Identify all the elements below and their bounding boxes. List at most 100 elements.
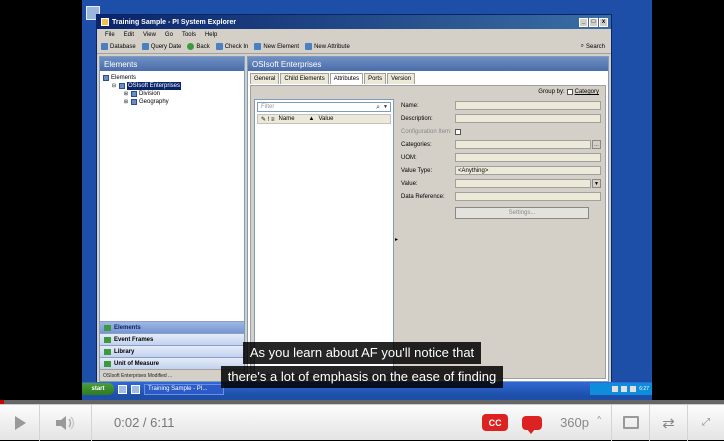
menu-file[interactable]: File xyxy=(105,32,115,38)
menu-tools[interactable]: Tools xyxy=(182,32,196,38)
new-element-label: New Element xyxy=(263,43,300,50)
attributes-tab-body: Group by: Category Filter ⌕ ▼ ✎ ! ≡ Name xyxy=(250,85,606,379)
filter-input[interactable]: Filter ⌕ ▼ xyxy=(257,102,391,112)
prop-label: Name: xyxy=(401,102,419,109)
play-button[interactable] xyxy=(0,404,40,441)
prop-label: Data Reference: xyxy=(401,193,445,200)
nav-elements[interactable]: Elements xyxy=(100,321,244,333)
quality-button[interactable]: 360p ^ xyxy=(560,404,612,441)
search-icon[interactable]: ⌕ xyxy=(376,104,380,112)
filter-placeholder: Filter xyxy=(261,104,275,110)
value-field[interactable] xyxy=(455,179,591,188)
caption-line-2: there's a lot of emphasis on the ease of… xyxy=(0,366,724,388)
tree-label: Division xyxy=(139,91,161,97)
minimize-button[interactable]: _ xyxy=(579,17,588,27)
check-in-icon xyxy=(215,43,223,50)
tree-node-osisoft[interactable]: ⊟ OSIsoft Enterprises xyxy=(103,82,241,90)
search-button[interactable]: ⌕ Search xyxy=(581,43,605,50)
uom-field[interactable] xyxy=(455,153,601,162)
toolbar: Database Query Date Back Check In New El… xyxy=(97,40,611,54)
column-header: ✎ ! ≡ Name ▲ Value xyxy=(257,114,391,124)
menu-view[interactable]: View xyxy=(143,32,156,38)
column-name[interactable]: Name xyxy=(279,116,295,122)
captions-button[interactable]: CC xyxy=(482,414,509,431)
new-attribute-button[interactable]: New Attribute xyxy=(305,43,350,50)
window-titlebar[interactable]: Training Sample - PI System Explorer _ □… xyxy=(97,15,611,29)
settings-button[interactable]: Settings... xyxy=(455,207,589,219)
prop-label: Value: xyxy=(401,180,418,187)
details-header: OSIsoft Enterprises xyxy=(248,57,608,71)
app-window: Training Sample - PI System Explorer _ □… xyxy=(96,14,612,386)
group-by-option[interactable]: Category xyxy=(575,89,599,95)
window-title: Training Sample - PI System Explorer xyxy=(112,18,237,26)
attribute-properties: Name: Description: Configuration Item: C… xyxy=(401,99,601,375)
column-value[interactable]: Value xyxy=(319,116,334,122)
tree-label: Elements xyxy=(111,75,137,81)
new-element-icon xyxy=(254,43,262,50)
prop-label: Categories: xyxy=(401,141,432,148)
back-button[interactable]: Back xyxy=(187,43,210,50)
menu-help[interactable]: Help xyxy=(205,32,217,38)
prop-label: Value Type: xyxy=(401,167,433,174)
prop-label: Configuration Item: xyxy=(401,128,452,135)
new-element-button[interactable]: New Element xyxy=(254,43,299,50)
sort-icon: ▲ xyxy=(308,116,315,122)
maximize-button[interactable]: □ xyxy=(589,17,598,27)
back-arrow-icon xyxy=(187,43,195,50)
tree-node-elements[interactable]: Elements xyxy=(103,74,241,82)
check-in-label: Check In xyxy=(224,43,249,50)
elements-header: Elements xyxy=(100,57,244,71)
description-field[interactable] xyxy=(455,114,601,123)
group-by-checkbox[interactable] xyxy=(566,89,573,95)
menu-edit[interactable]: Edit xyxy=(124,32,134,38)
nav-label: Elements xyxy=(114,324,141,331)
value-type-field[interactable]: <Anything> xyxy=(455,166,601,175)
element-icon xyxy=(131,91,137,97)
tab-child-elements[interactable]: Child Elements xyxy=(280,73,329,84)
splitter-arrow-icon[interactable]: ▸ xyxy=(395,236,398,243)
caption-text: As you learn about AF you'll notice that xyxy=(242,342,482,364)
database-button[interactable]: Database xyxy=(101,43,136,50)
tree-node-division[interactable]: ⊞ Division xyxy=(103,90,241,98)
back-label: Back xyxy=(196,43,210,50)
tab-version[interactable]: Version xyxy=(387,73,416,84)
tab-general[interactable]: General xyxy=(250,73,280,84)
prop-categories: Categories: … xyxy=(401,138,601,151)
name-field[interactable] xyxy=(455,101,601,110)
chevron-down-icon[interactable]: ▼ xyxy=(383,104,388,110)
tab-attributes[interactable]: Attributes xyxy=(329,73,364,84)
resize-icon xyxy=(622,416,639,429)
value-dropdown-button[interactable]: ▼ xyxy=(592,179,601,188)
search-icon: ⌕ xyxy=(580,43,584,49)
element-icon xyxy=(119,83,125,89)
new-attribute-label: New Attribute xyxy=(314,43,350,50)
config-item-checkbox[interactable] xyxy=(455,128,461,135)
data-reference-field[interactable] xyxy=(455,192,601,201)
search-label: Search xyxy=(585,43,605,50)
element-icon xyxy=(131,99,137,105)
volume-icon xyxy=(55,415,74,430)
annotations-icon[interactable] xyxy=(522,415,543,434)
browse-categories-button[interactable]: … xyxy=(592,140,601,149)
volume-button[interactable] xyxy=(40,404,92,441)
attribute-list: Filter ⌕ ▼ ✎ ! ≡ Name ▲ Value xyxy=(254,99,394,375)
video-area[interactable]: Training Sample - PI System Explorer _ □… xyxy=(0,0,724,400)
close-button[interactable]: x xyxy=(599,17,608,27)
prop-uom: UOM: xyxy=(401,151,601,164)
prop-name: Name: xyxy=(401,99,601,112)
expand-icon[interactable]: ⊞ xyxy=(123,98,129,106)
fullscreen-button[interactable]: ⤢ xyxy=(688,405,724,441)
collapse-icon[interactable]: ⊟ xyxy=(111,82,117,90)
prop-value: Value: ▼ xyxy=(401,177,601,190)
tab-ports[interactable]: Ports xyxy=(364,73,387,84)
categories-field[interactable] xyxy=(455,140,591,149)
player-size-button[interactable] xyxy=(612,404,650,441)
expand-icon[interactable]: ⊞ xyxy=(123,90,129,98)
player-controls: 0:02 / 6:11 CC 360p ^ ⇄ ⤢ xyxy=(0,404,724,441)
tree-node-geography[interactable]: ⊞ Geography xyxy=(103,98,241,106)
menu-go[interactable]: Go xyxy=(165,32,173,38)
check-in-button[interactable]: Check In xyxy=(215,43,249,50)
query-date-button[interactable]: Query Date xyxy=(141,43,181,50)
prop-label: Description: xyxy=(401,115,433,122)
popout-button[interactable]: ⇄ xyxy=(650,404,688,441)
